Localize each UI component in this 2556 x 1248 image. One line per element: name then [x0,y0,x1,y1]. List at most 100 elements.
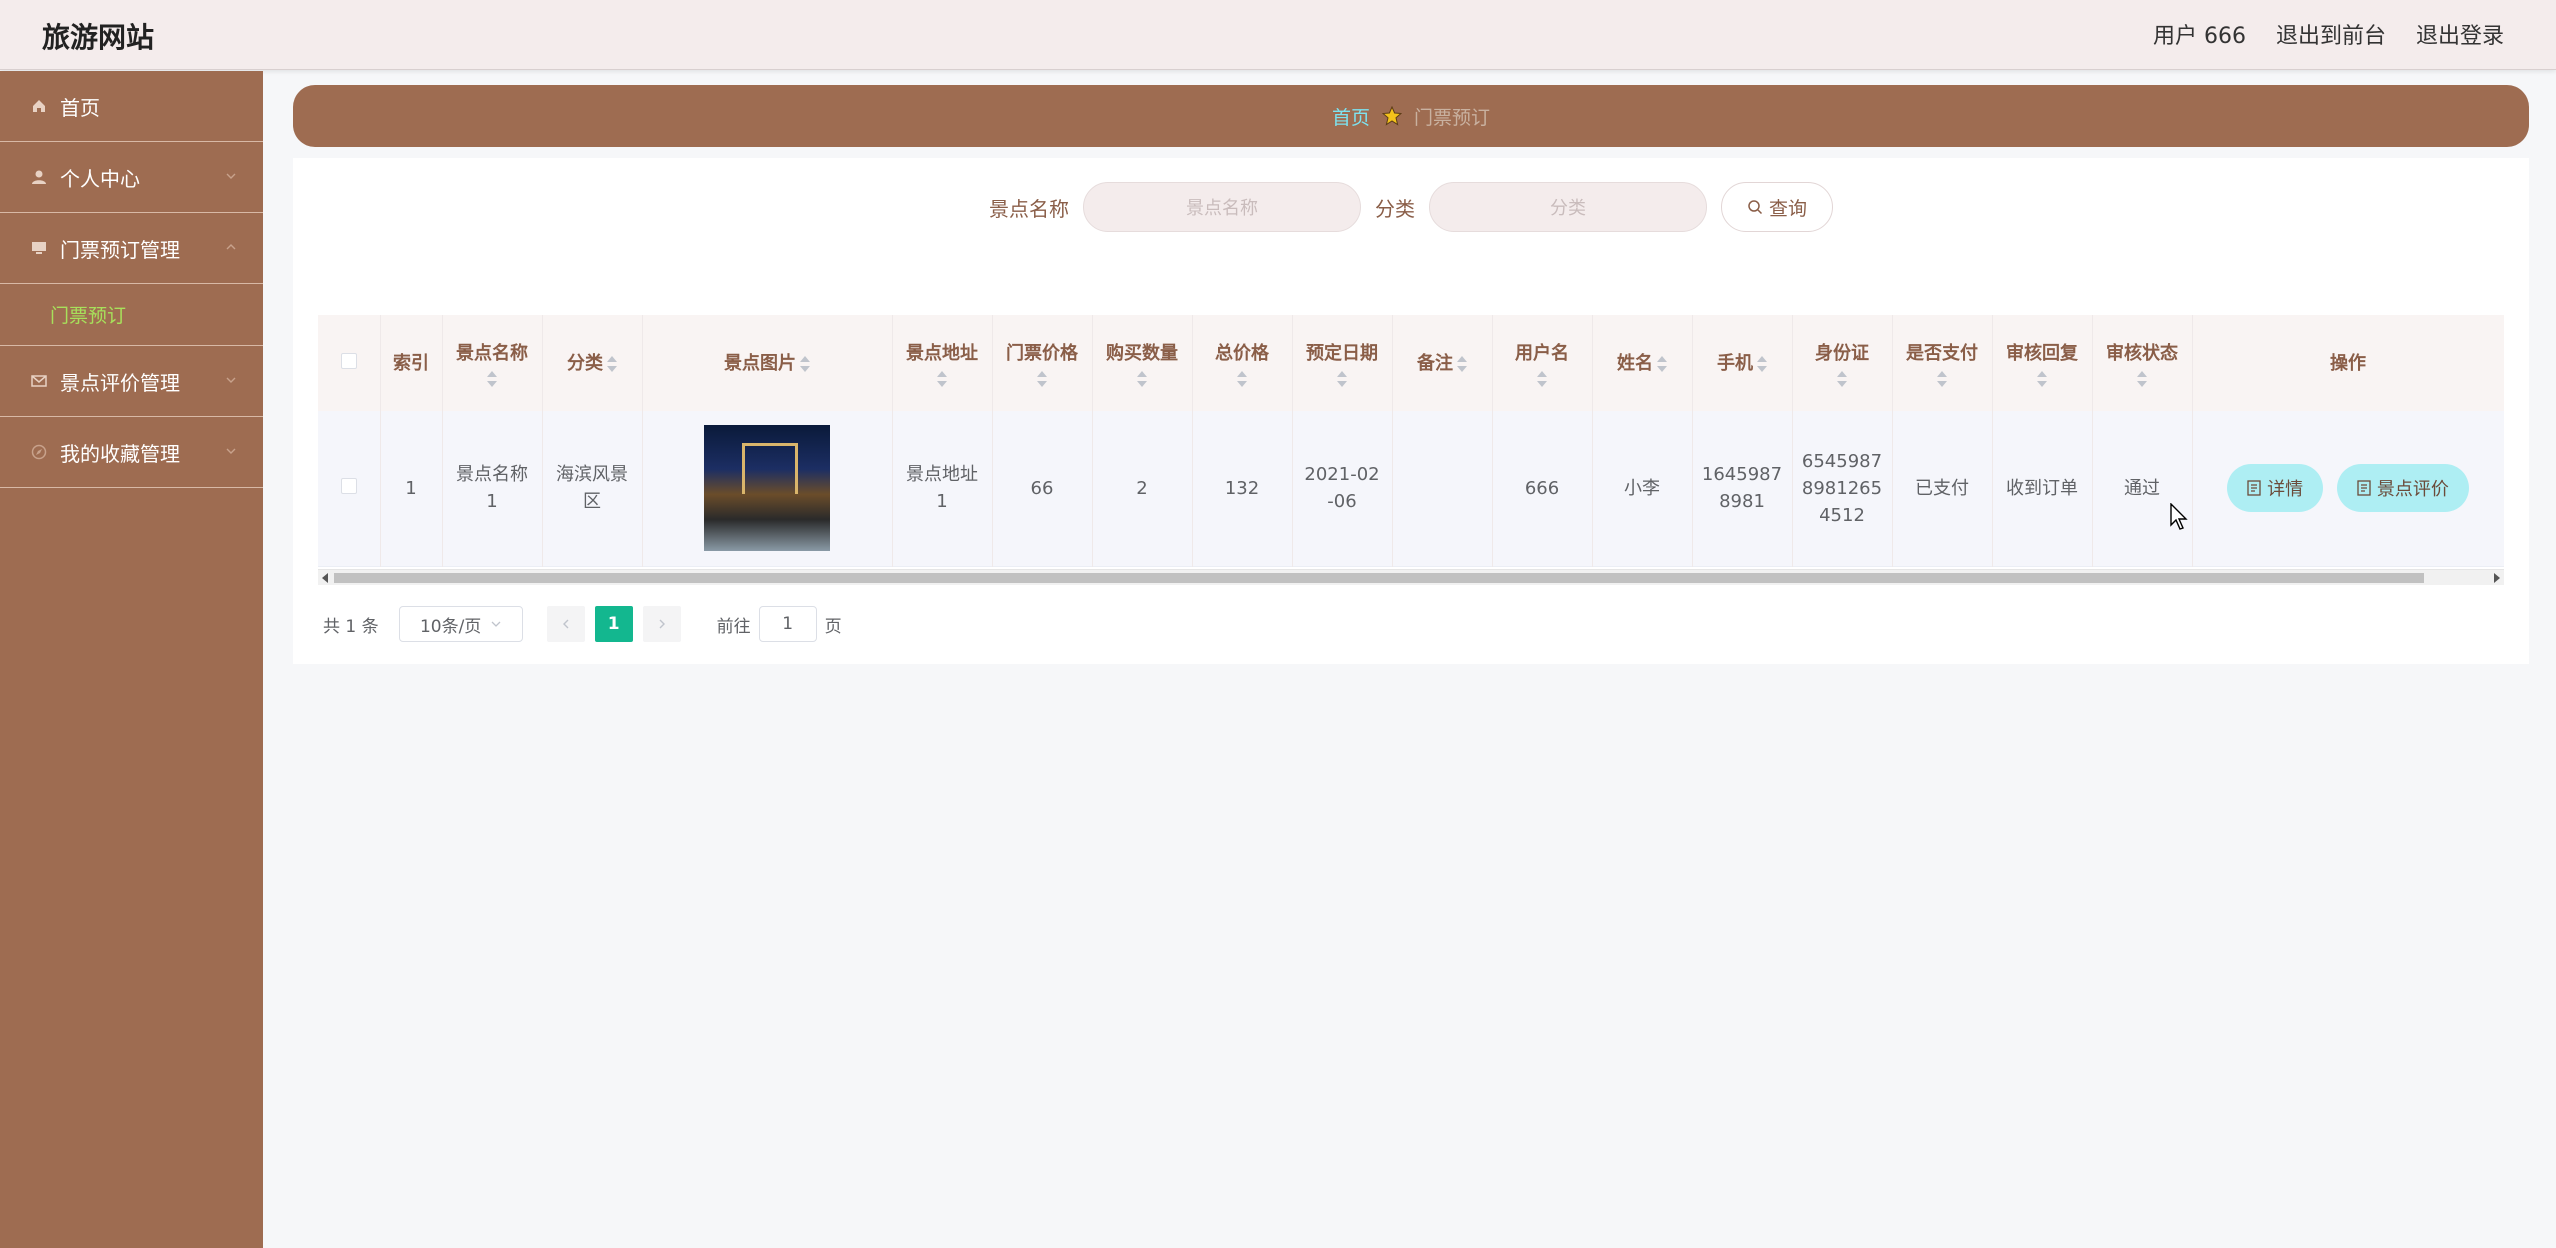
col-header-label: 审核状态 [2106,342,2178,364]
col-header-sortable[interactable]: 门票价格 [992,315,1093,411]
page-size-value: 10条/页 [419,616,482,637]
col-header-sortable[interactable]: 景点图片 [642,315,893,411]
sidebar-item-review-management[interactable]: 景点评价管理 [0,346,263,417]
row-checkbox[interactable] [340,477,357,494]
cell-line: 6545987 [1801,450,1883,472]
sidebar-item-home[interactable]: 首页 [0,71,263,142]
sort-icon[interactable] [1757,355,1767,372]
table-header-row: 索引 景点名称 分类 景点图片 景点地址 门票价格 购买数量 总价格 预定日期 … [318,315,2504,411]
sort-icon[interactable] [1457,355,1467,372]
sort-icon[interactable] [1137,370,1147,387]
col-header-sortable[interactable]: 身份证 [1792,315,1893,411]
sort-icon[interactable] [1937,370,1947,387]
prev-page-button[interactable] [546,606,585,642]
row-checkbox-cell[interactable] [318,411,381,566]
logout-link[interactable]: 退出登录 [2416,18,2504,50]
col-header-sortable[interactable]: 用户名 [1492,315,1593,411]
sort-icon[interactable] [1337,370,1347,387]
search-category-label: 分类 [1375,196,1415,221]
mail-icon [30,372,48,390]
breadcrumb-home[interactable]: 首页 [1332,103,1370,130]
col-header-sortable[interactable]: 分类 [542,315,643,411]
sidebar-item-favorites-management[interactable]: 我的收藏管理 [0,417,263,488]
col-header-sortable[interactable]: 景点地址 [892,315,993,411]
col-header-label: 用户名 [1515,342,1569,364]
top-header: 旅游网站 用户 666 退出到前台 退出登录 [0,0,2556,70]
sort-icon[interactable] [487,370,497,387]
col-header-label: 姓名 [1617,352,1653,374]
col-header-label: 分类 [567,352,603,374]
sort-icon[interactable] [1237,370,1247,387]
sort-icon[interactable] [1537,370,1547,387]
scrollbar-thumb[interactable] [334,573,2424,583]
attraction-thumbnail[interactable] [704,425,830,552]
select-all-checkbox-cell[interactable] [318,315,381,411]
page-number-current[interactable]: 1 [594,606,633,642]
cell-id-card: 6545987 8981265 4512 [1792,411,1893,566]
sidebar: 首页 个人中心 门票预订管理 门票预订 景点评价管理 我的收藏管理 [0,71,263,1248]
search-button[interactable]: 查询 [1721,182,1833,232]
table-horizontal-scrollbar[interactable] [318,569,2504,585]
sort-icon[interactable] [800,355,810,372]
cell-total: 132 [1192,411,1293,566]
cell-address: 景点地址 1 [892,411,993,566]
col-header-sortable[interactable]: 预定日期 [1292,315,1393,411]
col-header-sortable[interactable]: 是否支付 [1892,315,1993,411]
cell-reply: 收到订单 [1992,411,2093,566]
cell-phone: 1645987 8981 [1692,411,1793,566]
detail-button[interactable]: 详情 [2227,464,2324,513]
sidebar-item-label: 首页 [60,95,100,120]
chevron-up-icon [226,244,236,250]
sort-icon[interactable] [2137,370,2147,387]
cell-line: 景点地址 [906,464,978,486]
cell-line: 海滨风景 [556,464,628,486]
cell-line: 1 [486,491,498,513]
cell-name: 景点名称 1 [442,411,543,566]
chevron-down-icon [226,377,236,383]
col-header-sortable[interactable]: 购买数量 [1092,315,1193,411]
cell-date: 2021-02 -06 [1292,411,1393,566]
monitor-icon [30,239,48,257]
col-header-sortable[interactable]: 姓名 [1592,315,1693,411]
goto-prefix: 前往 [716,616,751,637]
col-header-label: 审核回复 [2006,342,2078,364]
chevron-down-icon [491,621,501,627]
sort-icon[interactable] [1837,370,1847,387]
select-all-checkbox[interactable] [340,352,357,369]
search-name-input[interactable]: 景点名称 [1083,182,1361,232]
page-size-select[interactable]: 10条/页 [398,606,523,642]
col-header-label: 备注 [1417,352,1453,374]
sort-icon[interactable] [1657,355,1667,372]
col-header-sortable[interactable]: 景点名称 [442,315,543,411]
sort-icon[interactable] [2037,370,2047,387]
goto-page-input[interactable]: 1 [758,606,817,642]
next-page-button[interactable] [642,606,681,642]
col-header-label: 景点图片 [724,352,796,374]
col-header-label: 景点名称 [456,342,528,364]
document-icon [2247,480,2261,496]
review-button-label: 景点评价 [2376,479,2449,500]
col-header-sortable[interactable]: 总价格 [1192,315,1293,411]
search-category-input[interactable]: 分类 [1429,182,1707,232]
cell-line: 2021-02 [1304,464,1380,486]
review-button[interactable]: 景点评价 [2336,464,2469,513]
cell-realname: 小李 [1592,411,1693,566]
sidebar-subitem-ticket-booking[interactable]: 门票预订 [0,284,263,346]
scroll-right-arrow-icon[interactable] [2494,573,2500,583]
compass-icon [30,443,48,461]
col-header-sortable[interactable]: 审核状态 [2092,315,2193,411]
col-header-sortable[interactable]: 备注 [1392,315,1493,411]
exit-to-front-link[interactable]: 退出到前台 [2276,18,2386,50]
sort-icon[interactable] [607,355,617,372]
cell-line: 区 [583,491,601,513]
sort-icon[interactable] [937,370,947,387]
col-header-sortable[interactable]: 手机 [1692,315,1793,411]
sidebar-item-ticket-management[interactable]: 门票预订管理 [0,213,263,284]
sidebar-item-label: 个人中心 [60,166,140,191]
document-icon [2357,480,2371,496]
col-header-sortable[interactable]: 审核回复 [1992,315,2093,411]
col-header-label: 预定日期 [1306,342,1378,364]
scroll-left-arrow-icon[interactable] [322,573,328,583]
sort-icon[interactable] [1037,370,1047,387]
sidebar-item-personal-center[interactable]: 个人中心 [0,142,263,213]
